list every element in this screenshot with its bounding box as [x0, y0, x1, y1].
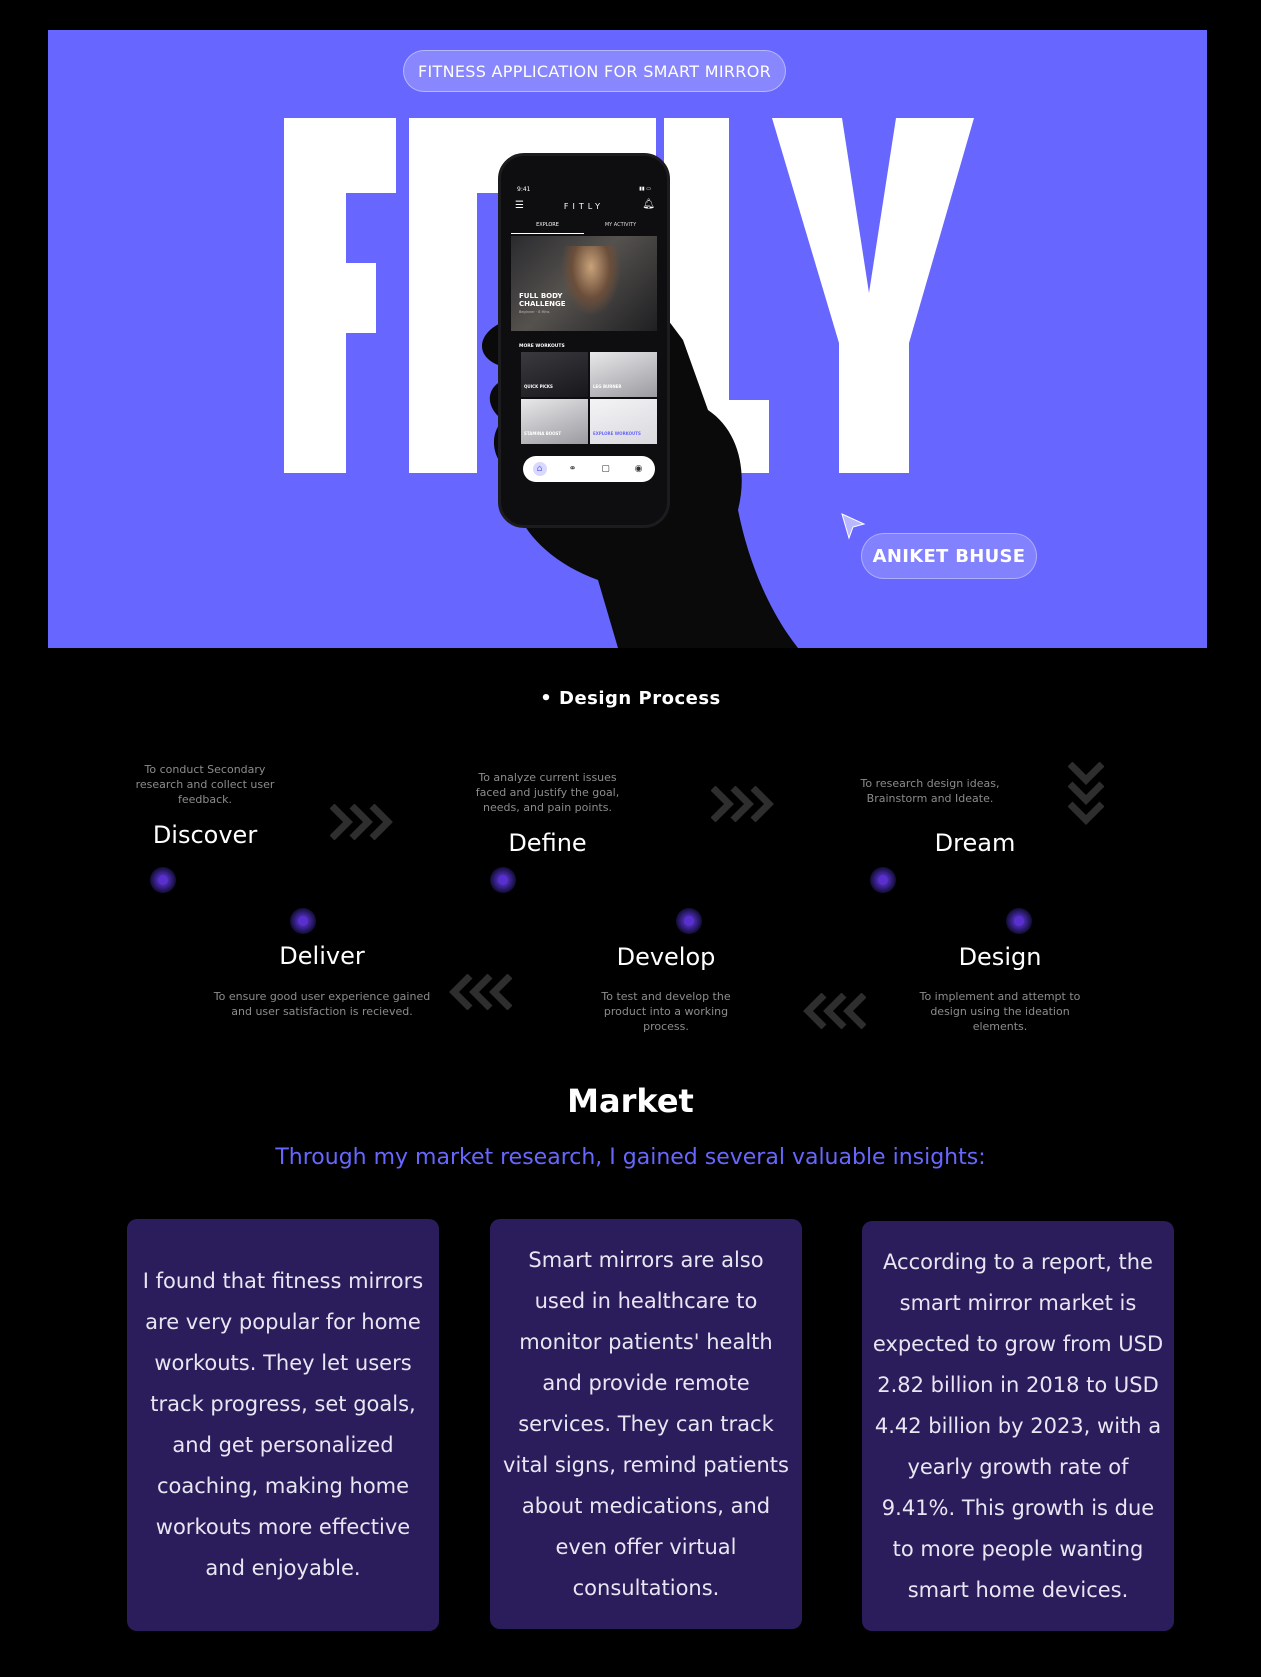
project-tag-pill: FITNESS APPLICATION FOR SMART MIRROR: [403, 50, 786, 92]
market-subheading: Through my market research, I gained sev…: [275, 1145, 986, 1170]
chevron-left-icon: [803, 993, 866, 1029]
step-title-define: Define: [508, 829, 587, 857]
phone-time: 9:41: [517, 186, 531, 193]
step-desc-deliver: To ensure good user experience gained an…: [213, 990, 431, 1018]
step-desc-develop: To test and develop the product into a w…: [601, 990, 731, 1033]
market-heading: Market: [567, 1082, 694, 1120]
featured-workout-title: FULL BODY CHALLENGE: [519, 292, 566, 308]
insight-card-growth: According to a report, the smart mirror …: [862, 1221, 1174, 1631]
step-desc-define: To analyze current issues faced and just…: [475, 771, 620, 814]
step-title-deliver: Deliver: [279, 942, 365, 970]
insight-card-popularity: I found that fitness mirrors are very po…: [127, 1219, 439, 1631]
workout-grid: QUICK PICKS LEG BURNER STAMINA BOOST EXP…: [521, 352, 657, 444]
chevron-left-icon: [449, 974, 512, 1010]
dumbbell-icon[interactable]: ⚭: [566, 462, 580, 476]
phone-mockup: 9:41 ▮▮ ▭ ☰ FITLY 🔔︎ EXPLORE MY ACTIVITY…: [498, 153, 670, 528]
timeline-node-dream: [870, 867, 896, 893]
timeline-node-discover: [150, 867, 176, 893]
step-desc-design: To implement and attempt to design using…: [919, 990, 1081, 1033]
home-icon[interactable]: ⌂: [532, 462, 547, 476]
featured-workout-subtitle: Beginner · 8 Mins: [519, 310, 550, 314]
workout-card[interactable]: EXPLORE WORKOUTS: [590, 399, 657, 444]
design-process-heading: • Design Process: [540, 688, 721, 709]
workout-card[interactable]: QUICK PICKS: [521, 352, 588, 397]
insight-card-healthcare: Smart mirrors are also used in healthcar…: [490, 1219, 802, 1629]
step-title-design: Design: [958, 943, 1042, 971]
author-name-pill: ANIKET BHUSE: [861, 533, 1037, 579]
tab-my-activity[interactable]: MY ACTIVITY: [584, 222, 657, 234]
timeline-node-define: [490, 867, 516, 893]
chevron-right-icon: [330, 804, 393, 840]
chevron-right-icon: [711, 786, 774, 822]
workout-card[interactable]: LEG BURNER: [590, 352, 657, 397]
signal-battery-icon: ▮▮ ▭: [639, 186, 651, 192]
more-workouts-heading: MORE WORKOUTS: [519, 344, 565, 349]
calendar-icon[interactable]: ▢: [599, 462, 613, 476]
chevron-down-icon: [1068, 762, 1104, 825]
step-desc-discover: To conduct Secondary research and collec…: [135, 763, 275, 806]
timeline-node-develop: [676, 908, 702, 934]
timeline-node-deliver: [290, 908, 316, 934]
bell-icon[interactable]: 🔔︎: [642, 199, 655, 210]
step-desc-dream: To research design ideas, Brainstorm and…: [860, 777, 1000, 805]
hero-banner: FITNESS APPLICATION FOR SMART MIRROR 9:4…: [48, 30, 1207, 648]
step-title-dream: Dream: [934, 829, 1016, 857]
workout-card[interactable]: STAMINA BOOST: [521, 399, 588, 444]
phone-tabs: EXPLORE MY ACTIVITY: [511, 222, 657, 234]
phone-bottom-nav: ⌂ ⚭ ▢ ◉: [523, 456, 655, 482]
step-title-develop: Develop: [616, 943, 716, 971]
timeline-node-design: [1006, 908, 1032, 934]
tab-explore[interactable]: EXPLORE: [511, 222, 584, 234]
step-title-discover: Discover: [152, 821, 258, 849]
cursor-arrow-icon: [841, 513, 866, 540]
featured-workout-image[interactable]: [511, 236, 657, 331]
profile-icon[interactable]: ◉: [632, 462, 646, 476]
